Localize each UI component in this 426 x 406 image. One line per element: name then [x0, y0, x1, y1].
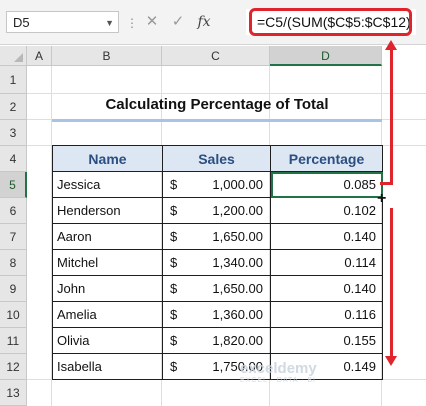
table-header-row: Name Sales Percentage [52, 145, 383, 172]
row-header-4[interactable]: 4 [0, 146, 27, 172]
cancel-icon[interactable]: ✕ [140, 11, 164, 33]
currency-symbol: $ [170, 281, 178, 296]
sales-value: 1,000.00 [212, 177, 263, 192]
sales-value: 1,200.00 [212, 203, 263, 218]
row-header-1[interactable]: 1 [0, 66, 27, 94]
annotation-line [390, 48, 393, 184]
cell-sales[interactable]: $1,200.00 [162, 197, 271, 224]
sales-value: 1,650.00 [212, 229, 263, 244]
cell-percentage[interactable]: 0.116 [270, 301, 383, 328]
sales-value: 1,820.00 [212, 333, 263, 348]
column-header-a[interactable]: A [27, 46, 52, 66]
cell-name[interactable]: Olivia [52, 327, 163, 354]
cell-name[interactable]: Isabella [52, 353, 163, 380]
row-header-7[interactable]: 7 [0, 224, 27, 250]
table-row: Aaron $1,650.00 0.140 [52, 223, 383, 250]
cell-name[interactable]: Jessica [52, 171, 163, 198]
select-all-button[interactable] [0, 46, 27, 66]
cell-percentage[interactable]: 0.102 [270, 197, 383, 224]
cell-name[interactable]: John [52, 275, 163, 302]
watermark-tagline: EXCEL · DATA · BI [240, 377, 316, 384]
cell-sales[interactable]: $1,650.00 [162, 223, 271, 250]
sales-value: 1,360.00 [212, 307, 263, 322]
row-header-2[interactable]: 2 [0, 94, 27, 120]
annotation-line [380, 182, 393, 185]
formula-bar: D5 ▼ ⋮ ✕ ✓ fx =C5/(SUM($C$5:$C$12)) [0, 0, 426, 45]
insert-function-icon[interactable]: fx [192, 11, 216, 33]
formula-input[interactable]: =C5/(SUM($C$5:$C$12)) [249, 8, 412, 36]
table-row: Isabella $1,750.00 0.149 [52, 353, 383, 380]
table-row: John $1,650.00 0.140 [52, 275, 383, 302]
row-header-12[interactable]: 12 [0, 354, 27, 380]
table-row: Amelia $1,360.00 0.116 [52, 301, 383, 328]
table-row: Jessica $1,000.00 0.085 [52, 171, 383, 198]
name-box-value: D5 [13, 15, 30, 30]
data-table: Name Sales Percentage Jessica $1,000.00 … [52, 145, 383, 380]
sales-value: 1,650.00 [212, 281, 263, 296]
cell-percentage[interactable]: 0.140 [270, 223, 383, 250]
currency-symbol: $ [170, 255, 178, 270]
column-header-c[interactable]: C [162, 46, 270, 66]
arrow-down-icon [385, 356, 397, 366]
drag-handle-icon[interactable]: ⋮ [126, 16, 138, 30]
cell-sales[interactable]: $1,000.00 [162, 171, 271, 198]
table-row: Olivia $1,820.00 0.155 [52, 327, 383, 354]
currency-symbol: $ [170, 307, 178, 322]
currency-symbol: $ [170, 333, 178, 348]
cell-sales[interactable]: $1,650.00 [162, 275, 271, 302]
header-sales[interactable]: Sales [162, 145, 271, 172]
cell-percentage-active[interactable]: 0.085 [270, 171, 383, 198]
sheet-title: Calculating Percentage of Total [105, 96, 329, 113]
row-header-10[interactable]: 10 [0, 302, 27, 328]
row-header-3[interactable]: 3 [0, 120, 27, 146]
table-row: Henderson $1,200.00 0.102 [52, 197, 383, 224]
cell-sales[interactable]: $1,820.00 [162, 327, 271, 354]
row-header-11[interactable]: 11 [0, 328, 27, 354]
column-header-d[interactable]: D [270, 46, 382, 66]
cell-sales[interactable]: $1,340.00 [162, 249, 271, 276]
chevron-down-icon[interactable]: ▼ [105, 12, 114, 34]
row-header-6[interactable]: 6 [0, 198, 27, 224]
cell-name[interactable]: Aaron [52, 223, 163, 250]
cell-percentage[interactable]: 0.155 [270, 327, 383, 354]
currency-symbol: $ [170, 203, 178, 218]
table-row: Mitchel $1,340.00 0.114 [52, 249, 383, 276]
sales-value: 1,340.00 [212, 255, 263, 270]
currency-symbol: $ [170, 359, 178, 374]
cell-sales[interactable]: $1,360.00 [162, 301, 271, 328]
header-percentage[interactable]: Percentage [270, 145, 383, 172]
row-header-5[interactable]: 5 [0, 172, 27, 198]
row-header-8[interactable]: 8 [0, 250, 27, 276]
title-underline [52, 119, 382, 122]
cell-name[interactable]: Henderson [52, 197, 163, 224]
header-name[interactable]: Name [52, 145, 163, 172]
currency-symbol: $ [170, 229, 178, 244]
name-box[interactable]: D5 ▼ [6, 11, 119, 33]
cell-percentage[interactable]: 0.140 [270, 275, 383, 302]
annotation-line [390, 208, 393, 356]
fill-handle-cursor-icon[interactable]: + [377, 191, 386, 207]
cell-name[interactable]: Mitchel [52, 249, 163, 276]
currency-symbol: $ [170, 177, 178, 192]
column-header-b[interactable]: B [52, 46, 162, 66]
row-header-9[interactable]: 9 [0, 276, 27, 302]
row-header-13[interactable]: 13 [0, 380, 27, 406]
enter-icon[interactable]: ✓ [166, 11, 190, 33]
cell-name[interactable]: Amelia [52, 301, 163, 328]
watermark-logo: exceldemy EXCEL · DATA · BI [240, 360, 317, 384]
watermark-brand: exceldemy [240, 360, 317, 377]
cell-percentage[interactable]: 0.114 [270, 249, 383, 276]
select-all-icon [14, 53, 23, 62]
